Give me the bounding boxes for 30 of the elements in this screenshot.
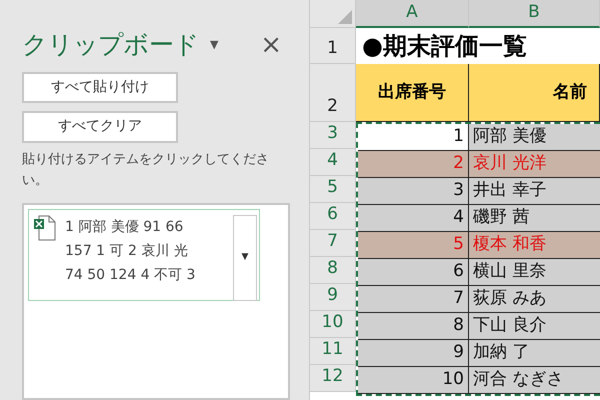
clip-text-line: 1 阿部 美優 91 66 — [65, 218, 184, 237]
row-header[interactable]: 10 — [310, 311, 356, 338]
table-cell: 1 — [358, 124, 469, 151]
row-header[interactable]: 5 — [310, 176, 356, 203]
row-header[interactable]: 7 — [310, 230, 356, 257]
row-header[interactable]: 9 — [310, 284, 356, 311]
row-header[interactable]: 3 — [310, 122, 356, 149]
column-header[interactable]: A — [356, 0, 469, 28]
row-header[interactable]: 4 — [310, 149, 356, 176]
pane-title: クリップボード — [22, 29, 200, 61]
column-header[interactable]: B — [469, 0, 600, 28]
clipboard-item[interactable]: 1 阿部 美優 91 66 157 1 可 2 哀川 光 74 50 124 4 不可 3 ▼ — [28, 208, 260, 301]
row-header[interactable]: 6 — [310, 203, 356, 230]
row-header[interactable]: 2 — [310, 64, 356, 122]
row-header[interactable]: 8 — [310, 257, 356, 284]
close-button[interactable]: × — [260, 32, 282, 58]
pane-options-button[interactable]: ▼ — [210, 36, 218, 53]
item-dropdown-button[interactable]: ▼ — [233, 214, 257, 301]
paste-all-button[interactable]: すべて貼り付け — [22, 72, 178, 104]
row-header[interactable]: 12 — [310, 365, 356, 392]
instruction-text: 貼り付けるアイテムをクリックしてください。 — [22, 150, 270, 190]
clip-text-line: 157 1 可 2 哀川 光 — [65, 242, 189, 261]
clip-text-line: 74 50 124 4 不可 3 — [65, 266, 196, 285]
clear-all-button[interactable]: すべてクリア — [22, 111, 178, 143]
column-heading: 名前 — [469, 64, 600, 122]
row-header[interactable]: 1 — [310, 28, 356, 64]
table-cell: 10 — [358, 367, 469, 394]
column-heading: 出席番号 — [356, 64, 469, 122]
table-cell: 河合 なぎさ — [469, 367, 600, 394]
row-header[interactable]: 11 — [310, 338, 356, 365]
